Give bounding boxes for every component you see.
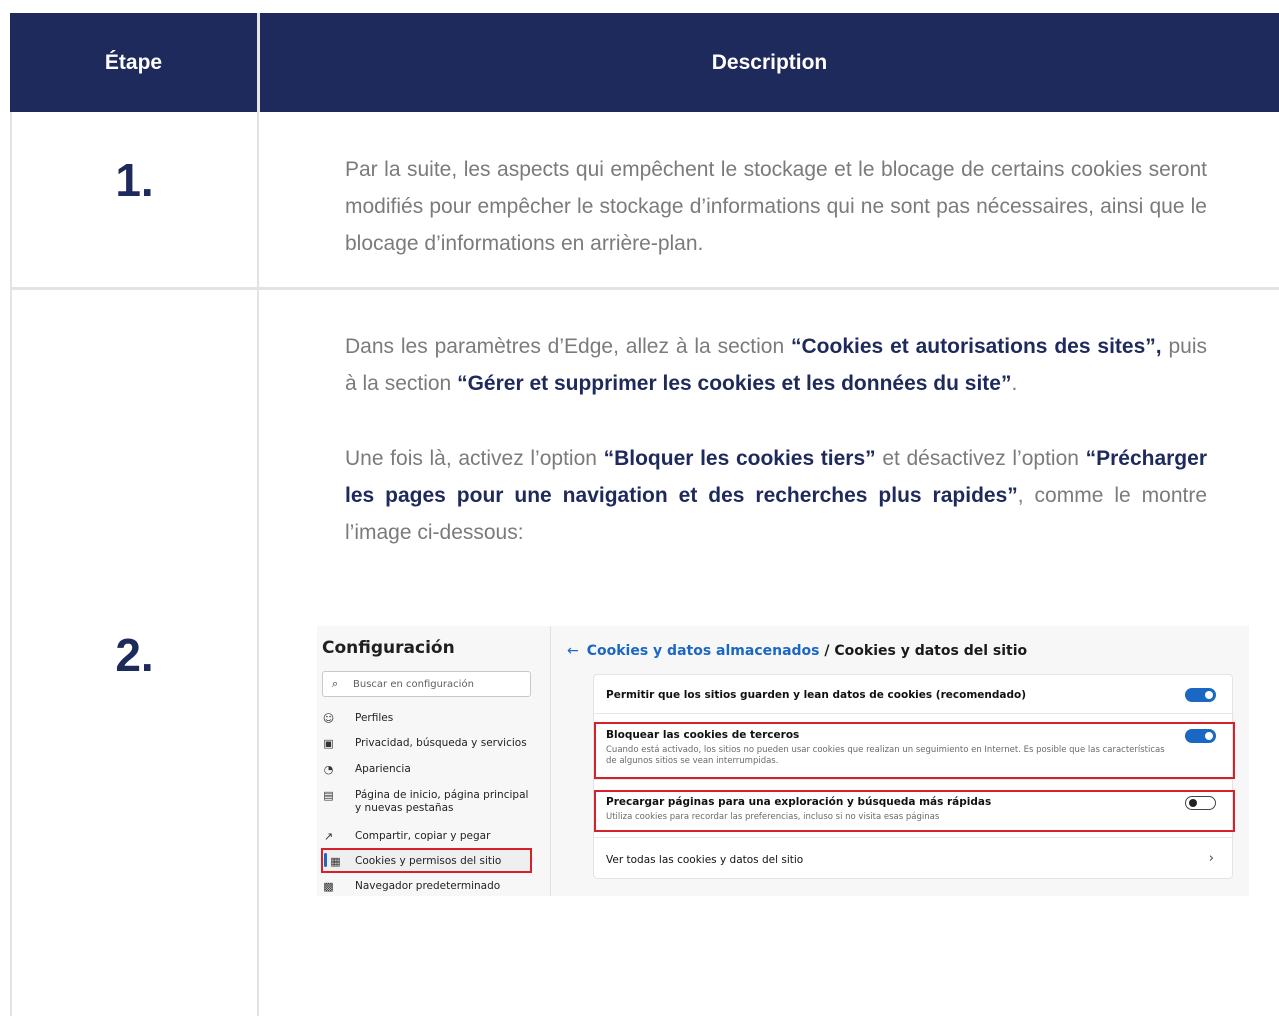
breadcrumb-link[interactable]: Cookies y datos almacenados [587, 643, 820, 659]
step-number-1: 1. [115, 154, 154, 206]
allow-cookies-toggle[interactable] [1185, 688, 1216, 702]
step-1-description: Par la suite, les aspects qui empêchent … [345, 158, 1207, 255]
step-2-paragraph-2: Une fois là, activez l’option “Bloquer l… [345, 447, 1208, 544]
header-step: Étape [104, 50, 163, 74]
table-border-left [10, 112, 12, 1016]
column-divider [257, 112, 259, 1016]
setting-title: Permitir que los sitios guarden y lean d… [606, 689, 1027, 701]
sidebar-item-label: Cookies y permisos del sitio [355, 855, 502, 867]
profile-icon: ☺ [322, 712, 335, 725]
header-description: Description [711, 50, 828, 74]
appearance-icon: ◔ [323, 763, 334, 776]
search-icon: ⌕ [332, 677, 339, 690]
settings-search-input[interactable]: ⌕ Buscar en configuración [322, 671, 531, 697]
search-placeholder: Buscar en configuración [353, 679, 474, 690]
default-browser-icon: ▩ [323, 880, 334, 893]
highlight-box-block-third-party [594, 722, 1235, 779]
settings-sidebar: Configuración ⌕ Buscar en configuración … [317, 626, 551, 896]
chevron-right-icon: › [1208, 851, 1214, 866]
sidebar-item-label: Compartir, copiar y pegar [355, 830, 491, 842]
table-header: Étape Description [10, 13, 1279, 112]
row-divider [10, 287, 1279, 290]
edge-settings-screenshot: Configuración ⌕ Buscar en configuración … [317, 626, 1249, 896]
sidebar-item-label: Privacidad, búsqueda y servicios [355, 737, 527, 749]
cookies-site-icon: ▦ [330, 855, 341, 868]
lock-icon: ▣ [323, 737, 334, 750]
settings-title: Configuración [322, 638, 455, 658]
sidebar-item-label: Apariencia [355, 763, 411, 775]
back-arrow-icon[interactable]: ← [567, 643, 579, 659]
step-number-2: 2. [115, 629, 154, 681]
settings-main: ← Cookies y datos almacenados / Cookies y… [552, 626, 1249, 896]
sidebar-item-label: Perfiles [355, 712, 394, 724]
highlight-box-preload [594, 790, 1235, 832]
breadcrumb-current: Cookies y datos del sitio [834, 643, 1028, 659]
breadcrumb-separator: / [819, 643, 835, 659]
step-2-paragraph-1: Dans les paramètres d’Edge, allez à la s… [345, 335, 1208, 395]
breadcrumb: ← Cookies y datos almacenados / Cookies y… [567, 643, 1027, 659]
sidebar-item-label: Navegador predeterminado [355, 880, 501, 892]
steps-table: Étape Description 1. Par la suite, les a… [10, 13, 1279, 1016]
sidebar-selected-indicator [324, 853, 327, 867]
home-page-icon: ▤ [323, 789, 334, 802]
setting-row-view-all-cookies[interactable]: Ver todas las cookies y datos del sitio … [594, 837, 1234, 880]
sidebar-item-label: Página de inicio, página principal y nue… [355, 789, 529, 814]
setting-row-allow-cookies: Permitir que los sitios guarden y lean d… [594, 675, 1234, 713]
setting-title: Ver todas las cookies y datos del sitio [606, 854, 804, 866]
share-icon: ↗ [323, 830, 334, 843]
